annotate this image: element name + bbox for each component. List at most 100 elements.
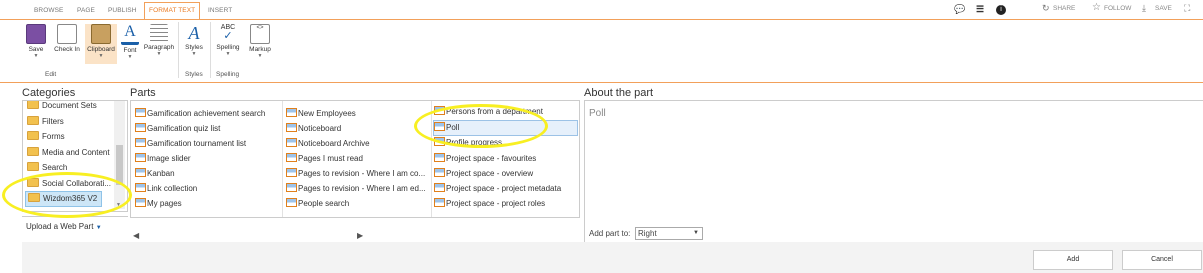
part-item[interactable]: People search [286, 197, 430, 211]
webpart-icon [135, 138, 146, 147]
chevron-down-icon: ▼ [225, 51, 231, 57]
webpart-icon [286, 123, 297, 132]
ribbon-markup-button[interactable]: <> Markup ▼ [246, 24, 274, 59]
tab-page[interactable]: PAGE [77, 3, 95, 19]
top-bar: BROWSE PAGE PUBLISH FORMAT TEXT INSERT 💬… [0, 0, 1203, 20]
cancel-button[interactable]: Cancel [1122, 250, 1202, 270]
part-item[interactable]: Gamification achievement search [135, 107, 281, 121]
info-icon[interactable]: i [996, 5, 1006, 15]
ribbon-styles-button[interactable]: A Styles ▼ [183, 24, 205, 57]
clipboard-icon [91, 24, 111, 44]
ribbon: Save ▼ Check In Clipboard ▼ A Font ▼ Par… [0, 19, 1203, 83]
share-button[interactable]: SHARE [1053, 5, 1075, 12]
webpart-icon [286, 153, 297, 162]
tab-format-text[interactable]: FORMAT TEXT [144, 2, 201, 20]
webpart-icon [135, 108, 146, 117]
group-label-styles: Styles [185, 71, 203, 78]
tab-browse[interactable]: BROWSE [34, 3, 64, 19]
chevron-down-icon: ▼ [98, 53, 104, 59]
webpart-icon [434, 198, 445, 207]
chevron-down-icon: ▼ [95, 225, 102, 231]
folder-icon [27, 116, 39, 125]
part-item[interactable]: New Employees [286, 107, 430, 121]
group-label-spelling: Spelling [216, 71, 240, 78]
column-divider [282, 101, 283, 217]
webpart-icon [286, 168, 297, 177]
part-item[interactable]: Image slider [135, 152, 281, 166]
category-item[interactable]: Forms [27, 130, 65, 144]
part-item[interactable]: Project space - overview [434, 167, 576, 181]
font-a-icon: A [121, 24, 139, 45]
webpart-icon [286, 198, 297, 207]
focus-icon[interactable]: ⛶ [1184, 3, 1190, 14]
styles-icon: A [188, 23, 200, 43]
ribbon-font-button[interactable]: A Font ▼ [120, 24, 140, 60]
webpart-icon [135, 153, 146, 162]
about-panel: Poll Add part to: Right ▼ [584, 100, 1203, 244]
part-item[interactable]: Pages to revision - Where I am co... [286, 167, 430, 181]
ribbon-spelling-button[interactable]: ABC ✓ Spelling ▼ [215, 24, 241, 57]
markup-icon: <> [250, 24, 270, 44]
scroll-left-icon[interactable]: ◀ [133, 231, 139, 240]
checkin-icon [57, 24, 77, 44]
tab-insert[interactable]: INSERT [208, 3, 232, 19]
webpart-icon [286, 138, 297, 147]
part-item[interactable]: Noticeboard [286, 122, 430, 136]
part-item[interactable]: Project space - favourites [434, 152, 576, 166]
folder-icon [27, 147, 39, 156]
save-disk-icon [26, 24, 46, 44]
about-title: About the part [584, 87, 654, 99]
part-item[interactable]: My pages [135, 197, 281, 211]
add-button[interactable]: Add [1033, 250, 1113, 270]
ribbon-save-button[interactable]: Save ▼ [26, 24, 46, 59]
add-part-to-select[interactable]: Right ▼ [635, 227, 703, 240]
tab-publish[interactable]: PUBLISH [108, 3, 137, 19]
webpart-icon [286, 108, 297, 117]
scroll-thumb[interactable] [116, 145, 123, 185]
group-label-edit: Edit [45, 71, 57, 78]
ribbon-clipboard-button[interactable]: Clipboard ▼ [85, 24, 117, 64]
selected-part-name: Poll [589, 108, 606, 119]
highlight-ellipse [414, 104, 548, 148]
save-icon: ⤓ [1142, 3, 1146, 13]
ribbon-checkin-button[interactable]: Check In [53, 24, 81, 53]
highlight-ellipse [2, 172, 132, 218]
webpart-icon [434, 153, 445, 162]
category-item[interactable]: Media and Content [27, 146, 110, 160]
settings-sliders-icon[interactable]: ☰ [976, 4, 984, 15]
part-item[interactable]: Project space - project metadata [434, 182, 576, 196]
part-item[interactable]: Pages I must read [286, 152, 430, 166]
follow-star-icon: ☆ [1092, 2, 1101, 13]
part-item[interactable]: Pages to revision - Where I am ed... [286, 182, 430, 196]
webpart-icon [434, 183, 445, 192]
ribbon-paragraph-button[interactable]: Paragraph ▼ [143, 24, 175, 57]
chevron-down-icon: ▼ [127, 54, 133, 60]
category-item[interactable]: Document Sets [27, 101, 97, 113]
webpart-icon [135, 123, 146, 132]
save-top-button[interactable]: SAVE [1155, 5, 1172, 12]
webpart-icon [434, 168, 445, 177]
chevron-down-icon: ▼ [191, 51, 197, 57]
part-item[interactable]: Gamification quiz list [135, 122, 281, 136]
share-icon: ↻ [1042, 3, 1050, 13]
spelling-check-icon: ABC ✓ [220, 24, 236, 42]
webpart-icon [286, 183, 297, 192]
part-item[interactable]: Gamification tournament list [135, 137, 281, 151]
category-item[interactable]: Filters [27, 115, 64, 129]
folder-icon [27, 131, 39, 140]
part-item[interactable]: Link collection [135, 182, 281, 196]
part-item[interactable]: Project space - project roles [434, 197, 576, 211]
part-item[interactable]: Noticeboard Archive [286, 137, 430, 151]
upload-web-part-link[interactable]: Upload a Web Part ▼ [26, 222, 102, 231]
follow-button[interactable]: FOLLOW [1104, 5, 1131, 12]
folder-icon [27, 162, 39, 171]
folder-icon [27, 101, 39, 109]
categories-title: Categories [22, 87, 76, 99]
parts-title: Parts [130, 87, 156, 99]
chevron-down-icon: ▼ [156, 51, 162, 57]
chevron-down-icon: ▼ [257, 53, 263, 59]
chat-icon[interactable]: 💬 [954, 4, 965, 15]
scroll-right-icon[interactable]: ▶ [357, 231, 363, 240]
webpart-icon [135, 198, 146, 207]
part-item[interactable]: Kanban [135, 167, 281, 181]
